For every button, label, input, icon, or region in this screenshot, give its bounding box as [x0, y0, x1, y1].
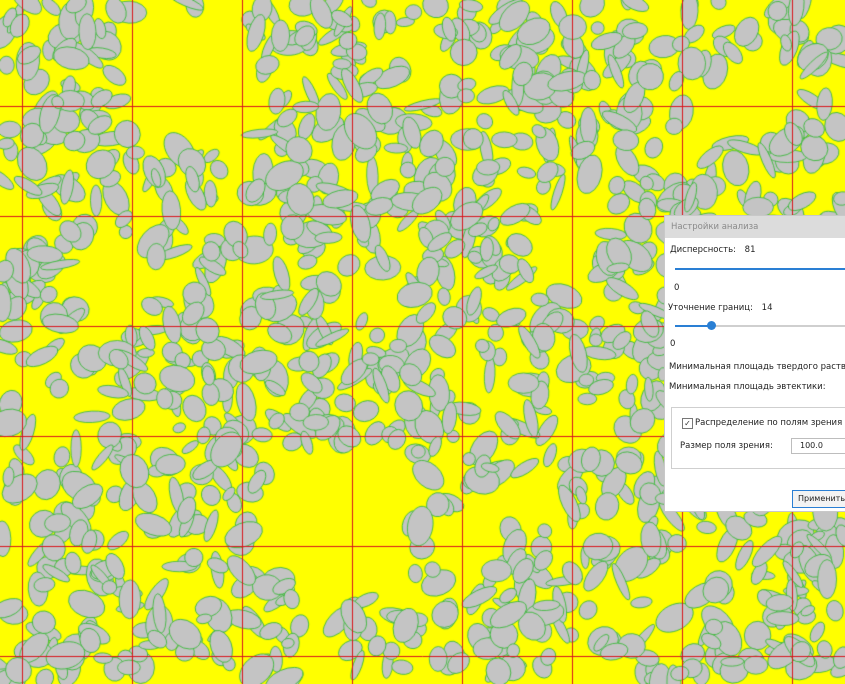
boundary-slider-fill [675, 325, 712, 327]
min-eutectic-area-label: Минимальная площадь эвтектики: [669, 382, 826, 392]
dispersity-min-label: 0 [674, 283, 680, 293]
boundary-refinement-min-label: 0 [670, 339, 676, 349]
field-distribution-label: Распределение по полям зрения [695, 418, 843, 428]
field-distribution-group: ✓ Распределение по полям зрения Размер п… [671, 407, 845, 469]
min-solid-solution-area-label: Минимальная площадь твердого раствора: [669, 362, 845, 372]
boundary-refinement-slider[interactable] [675, 320, 845, 332]
dispersity-slider-fill [675, 268, 845, 270]
dispersity-value: 81 [744, 245, 756, 255]
boundary-slider-thumb[interactable] [707, 321, 717, 330]
dispersity-slider[interactable] [675, 263, 845, 275]
panel-title: Настройки анализа [665, 216, 845, 238]
field-size-input[interactable]: 100.0 [791, 438, 845, 454]
apply-button[interactable]: Применить [792, 490, 845, 508]
boundary-refinement-row: Уточнение границ: 14 [668, 303, 773, 313]
dispersity-label: Дисперсность: [670, 245, 736, 255]
field-distribution-checkbox[interactable]: ✓ [682, 418, 693, 429]
field-size-label: Размер поля зрения: [680, 441, 773, 451]
dispersity-row: Дисперсность: 81 [670, 245, 755, 255]
boundary-refinement-label: Уточнение границ: [668, 303, 753, 313]
boundary-refinement-value: 14 [761, 303, 773, 313]
analysis-settings-panel: Настройки анализа Дисперсность: 81 0 Уто… [664, 215, 845, 512]
